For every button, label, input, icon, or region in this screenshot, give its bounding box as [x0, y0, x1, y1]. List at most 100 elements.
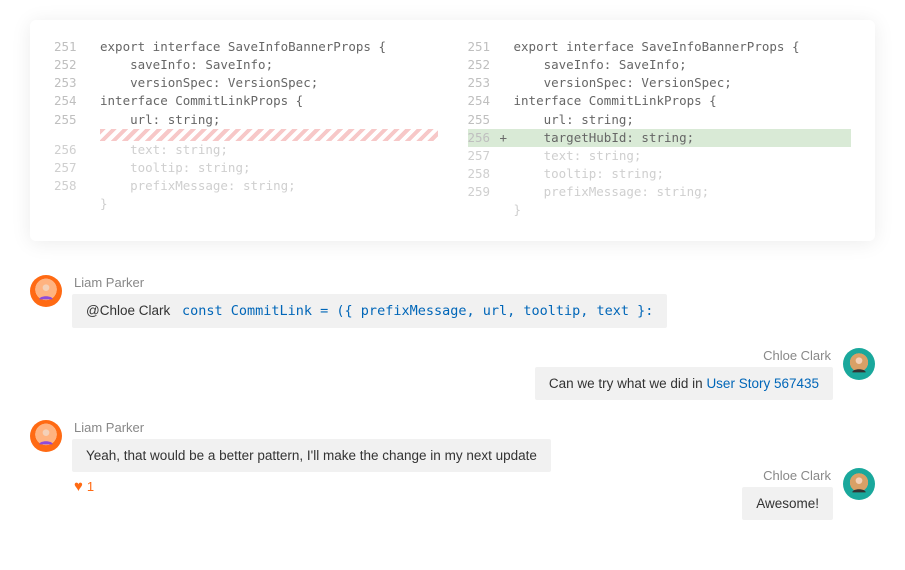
line-number: [54, 195, 86, 213]
line-number: 254: [468, 92, 500, 110]
code-diff-card: 251 export interface SaveInfoBannerProps …: [30, 20, 875, 241]
code-line: 254 interface CommitLinkProps {: [54, 92, 438, 110]
comment: Chloe Clark Awesome!: [742, 468, 875, 520]
code-text: url: string;: [514, 111, 852, 129]
code-line: 253 versionSpec: VersionSpec;: [54, 74, 438, 92]
line-number: 252: [54, 56, 86, 74]
comment: Liam Parker @Chloe Clark const CommitLin…: [30, 275, 875, 328]
avatar[interactable]: [843, 348, 875, 380]
code-text: targetHubId: string;: [514, 129, 852, 147]
code-text: tooltip: string;: [100, 159, 438, 177]
diff-gutter: [500, 111, 514, 129]
code-line: }: [468, 201, 852, 219]
comment-bubble[interactable]: @Chloe Clark const CommitLink = ({ prefi…: [72, 294, 667, 328]
line-number: 258: [54, 177, 86, 195]
heart-icon: ♥: [74, 478, 83, 495]
comment-author: Liam Parker: [72, 275, 667, 290]
code-text: }: [514, 201, 852, 219]
diff-gutter: [500, 201, 514, 219]
line-number: 251: [54, 38, 86, 56]
diff-gutter: [86, 56, 100, 74]
code-text: export interface SaveInfoBannerProps {: [514, 38, 852, 56]
code-text: text: string;: [514, 147, 852, 165]
diff-left-column: 251export interface SaveInfoBannerProps …: [54, 38, 438, 219]
code-line: 259 prefixMessage: string;: [468, 183, 852, 201]
line-number: 255: [54, 111, 86, 129]
diff-gutter: [86, 195, 100, 213]
diff-gutter: +: [500, 129, 514, 147]
comment: Chloe Clark Can we try what we did in Us…: [30, 348, 875, 400]
diff-gutter: [500, 183, 514, 201]
code-text: url: string;: [100, 111, 438, 129]
code-text: }: [100, 195, 438, 213]
code-line: 251 export interface SaveInfoBannerProps …: [468, 38, 852, 56]
diff-gutter: [86, 38, 100, 56]
diff-gutter: [86, 92, 100, 110]
line-number: 254: [54, 92, 86, 110]
avatar[interactable]: [843, 468, 875, 500]
diff-gutter: [500, 92, 514, 110]
code-line: 255 url: string;: [468, 111, 852, 129]
mention[interactable]: @Chloe Clark: [86, 303, 170, 318]
code-text: interface CommitLinkProps {: [100, 92, 438, 110]
line-number: 259: [468, 183, 500, 201]
code-text: tooltip: string;: [514, 165, 852, 183]
diff-gutter: [86, 159, 100, 177]
diff-gutter: [500, 38, 514, 56]
comment-bubble[interactable]: Awesome!: [742, 487, 833, 520]
code-line: 254 interface CommitLinkProps {: [468, 92, 852, 110]
comment-thread: Liam Parker @Chloe Clark const CommitLin…: [30, 275, 875, 520]
code-line: 255 url: string;: [54, 111, 438, 129]
line-number: 252: [468, 56, 500, 74]
diff-gutter: [86, 111, 100, 129]
code-line: }: [54, 195, 438, 213]
avatar[interactable]: [30, 420, 62, 452]
line-number: 257: [54, 159, 86, 177]
diff-right-column: 251 export interface SaveInfoBannerProps …: [468, 38, 852, 219]
comment: Liam Parker Yeah, that would be a better…: [30, 420, 875, 472]
diff-gutter: [86, 177, 100, 195]
code-line: 258 prefixMessage: string;: [54, 177, 438, 195]
comment-author: Chloe Clark: [761, 348, 833, 363]
reaction[interactable]: ♥ 1: [74, 478, 742, 495]
code-line: 251export interface SaveInfoBannerProps …: [54, 38, 438, 56]
diff-gutter: [500, 74, 514, 92]
comment-bubble[interactable]: Can we try what we did in User Story 567…: [535, 367, 833, 400]
diff-gutter: [86, 74, 100, 92]
code-text: versionSpec: VersionSpec;: [100, 74, 438, 92]
comment-text: Can we try what we did in: [549, 376, 707, 391]
diff-gutter: [500, 147, 514, 165]
diff-gutter: [500, 165, 514, 183]
line-number: [468, 201, 500, 219]
diff-gutter: [500, 56, 514, 74]
code-line: 257 tooltip: string;: [54, 159, 438, 177]
code-text: prefixMessage: string;: [514, 183, 852, 201]
line-number: 257: [468, 147, 500, 165]
code-text: text: string;: [100, 141, 438, 159]
diff-gutter: [86, 141, 100, 159]
code-text: interface CommitLinkProps {: [514, 92, 852, 110]
line-number: 256: [468, 129, 500, 147]
code-line: 252 saveInfo: SaveInfo;: [468, 56, 852, 74]
code-text: versionSpec: VersionSpec;: [514, 74, 852, 92]
code-line: 258 tooltip: string;: [468, 165, 852, 183]
comment-author: Liam Parker: [72, 420, 551, 435]
line-number: 253: [468, 74, 500, 92]
code-text: saveInfo: SaveInfo;: [100, 56, 438, 74]
line-number: 251: [468, 38, 500, 56]
code-line: 253 versionSpec: VersionSpec;: [468, 74, 852, 92]
code-line: 256+ targetHubId: string;: [468, 129, 852, 147]
comment-bubble[interactable]: Yeah, that would be a better pattern, I'…: [72, 439, 551, 472]
code-line: 257 text: string;: [468, 147, 852, 165]
comment-author: Chloe Clark: [761, 468, 833, 483]
line-number: 258: [468, 165, 500, 183]
code-line: 256 text: string;: [54, 141, 438, 159]
reaction-count: 1: [87, 479, 94, 494]
code-text: saveInfo: SaveInfo;: [514, 56, 852, 74]
inline-code: const CommitLink = ({ prefixMessage, url…: [182, 303, 653, 319]
code-line: 252 saveInfo: SaveInfo;: [54, 56, 438, 74]
line-number: 255: [468, 111, 500, 129]
line-number: 253: [54, 74, 86, 92]
avatar[interactable]: [30, 275, 62, 307]
work-item-link[interactable]: User Story 567435: [706, 376, 819, 391]
